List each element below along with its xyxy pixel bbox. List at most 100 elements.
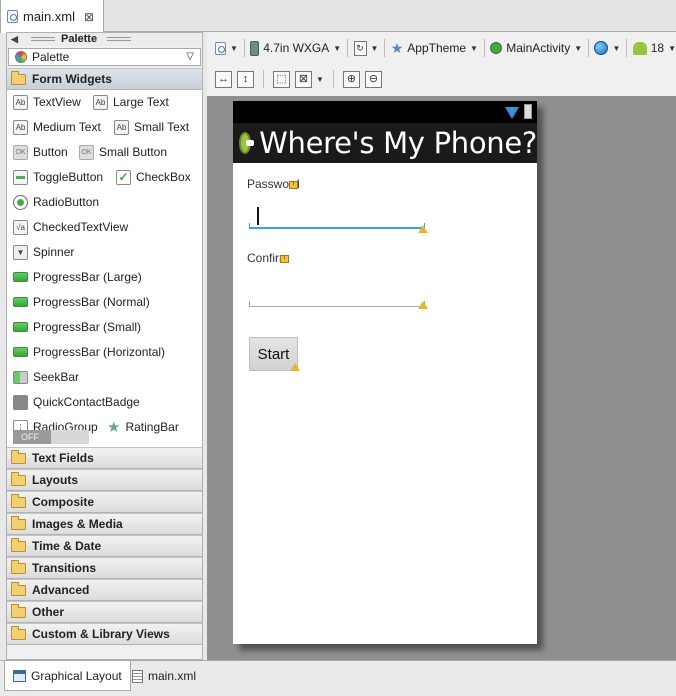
palette-mode-dropdown[interactable]: Palette ▽ bbox=[8, 48, 201, 66]
textview-icon: Ab bbox=[13, 94, 28, 110]
widget-small-text[interactable]: Ab Small Text bbox=[114, 117, 189, 137]
palette-mode-label: Palette bbox=[32, 50, 70, 64]
warning-icon bbox=[418, 225, 428, 233]
folder-icon bbox=[11, 471, 26, 486]
warning-badge-icon: ! bbox=[289, 181, 298, 189]
palette-header: ◀ Palette bbox=[7, 33, 202, 46]
zoom-out-icon[interactable]: ⊖ bbox=[364, 70, 382, 88]
layout-icon bbox=[13, 669, 26, 682]
warning-icon bbox=[290, 363, 300, 371]
chevron-down-icon: ▼ bbox=[612, 43, 621, 53]
checked-text-view-icon: √a bbox=[13, 219, 28, 235]
tab-graphical-layout[interactable]: Graphical Layout bbox=[4, 661, 131, 691]
fill-height-icon[interactable]: ↕ bbox=[237, 70, 254, 88]
editor-tab-bar: main.xml ⊠ bbox=[0, 0, 676, 33]
config-chooser[interactable]: ▼ bbox=[215, 41, 238, 55]
category-form-widgets[interactable]: Form Widgets bbox=[7, 68, 202, 90]
category-text-fields[interactable]: Text Fields bbox=[7, 447, 202, 469]
category-label: Form Widgets bbox=[32, 72, 112, 86]
chevron-down-icon: ▼ bbox=[333, 43, 342, 53]
form-widgets-list: Ab TextView Ab Large Text Ab Medium Text… bbox=[7, 90, 202, 447]
category-time-date[interactable]: Time & Date bbox=[7, 535, 202, 557]
rotate-icon: ↻ bbox=[353, 40, 367, 56]
widget-seekbar[interactable]: SeekBar bbox=[13, 367, 79, 387]
widget-progress-normal[interactable]: ProgressBar (Normal) bbox=[13, 292, 150, 312]
collapse-left-icon[interactable]: ◀ bbox=[11, 34, 18, 45]
widget-checkbox[interactable]: ✓ CheckBox bbox=[116, 167, 191, 187]
editor-tab-main-xml[interactable]: main.xml ⊠ bbox=[0, 0, 104, 33]
widget-progress-horizontal[interactable]: ProgressBar (Horizontal) bbox=[13, 342, 165, 362]
password-field[interactable] bbox=[249, 223, 425, 229]
folder-icon bbox=[11, 581, 26, 596]
widget-quick-contact-badge[interactable]: QuickContactBadge bbox=[13, 392, 140, 412]
xml-file-icon bbox=[7, 10, 18, 23]
orientation-dropdown[interactable]: ↻ ▼ bbox=[353, 40, 379, 56]
device-dropdown[interactable]: 4.7in WXGA ▼ bbox=[250, 40, 342, 56]
category-custom-library-views[interactable]: Custom & Library Views bbox=[7, 623, 202, 645]
chevron-down-icon: ▼ bbox=[370, 43, 379, 53]
widget-switch[interactable]: OFF bbox=[13, 430, 89, 444]
category-other[interactable]: Other bbox=[7, 601, 202, 623]
widget-medium-text[interactable]: Ab Medium Text bbox=[13, 117, 101, 137]
widget-label: QuickContactBadge bbox=[33, 395, 140, 409]
warning-icon bbox=[418, 301, 428, 309]
large-text-icon: Ab bbox=[93, 94, 108, 110]
widget-label: Large Text bbox=[113, 95, 169, 109]
folder-icon bbox=[11, 515, 26, 530]
theme-dropdown[interactable]: ★ AppTheme ▼ bbox=[391, 40, 478, 57]
widget-button[interactable]: OK Button bbox=[13, 142, 68, 162]
category-label: Layouts bbox=[32, 473, 79, 487]
category-images-media[interactable]: Images & Media bbox=[7, 513, 202, 535]
widget-label: Spinner bbox=[33, 245, 75, 259]
palette-panel: ◀ Palette Palette ▽ Form Widgets Ab Text… bbox=[6, 32, 203, 660]
seekbar-icon bbox=[13, 370, 28, 384]
category-layouts[interactable]: Layouts bbox=[7, 469, 202, 491]
chevron-down-icon: ▼ bbox=[574, 43, 583, 53]
folder-icon bbox=[11, 493, 26, 508]
category-composite[interactable]: Composite bbox=[7, 491, 202, 513]
folder-icon bbox=[11, 559, 26, 574]
editor-mode-tabs: Graphical Layout main.xml bbox=[0, 660, 676, 696]
layout-actions-toolbar: ↔ ↕ ⬚ ⊠ ▼ ⊕ ⊖ bbox=[207, 64, 676, 94]
widget-progress-small[interactable]: ProgressBar (Small) bbox=[13, 317, 141, 337]
widget-label: ProgressBar (Small) bbox=[33, 320, 142, 334]
widget-radio-button[interactable]: RadioButton bbox=[13, 192, 99, 212]
folder-icon bbox=[11, 625, 26, 640]
fill-width-icon[interactable]: ↔ bbox=[215, 70, 232, 88]
widget-checked-text-view[interactable]: √a CheckedTextView bbox=[13, 217, 128, 237]
category-label: Transitions bbox=[32, 561, 97, 575]
tab-main-xml[interactable]: main.xml bbox=[124, 661, 204, 691]
signal-icon bbox=[505, 107, 519, 119]
zoom-in-icon[interactable]: ⊕ bbox=[342, 70, 360, 88]
tab-label: Graphical Layout bbox=[31, 668, 122, 683]
confirm-field[interactable] bbox=[249, 301, 425, 307]
close-tab-icon[interactable]: ⊠ bbox=[84, 10, 94, 24]
zoom-fit-icon: ⊠ bbox=[295, 70, 312, 88]
grip-right-icon[interactable] bbox=[107, 37, 131, 41]
category-transitions[interactable]: Transitions bbox=[7, 557, 202, 579]
widget-large-text[interactable]: Ab Large Text bbox=[93, 92, 169, 112]
widget-toggle-button[interactable]: ToggleButton bbox=[13, 167, 103, 187]
folder-icon bbox=[11, 537, 26, 552]
widget-small-button[interactable]: OK Small Button bbox=[79, 142, 167, 162]
category-label: Other bbox=[32, 605, 65, 619]
widget-progress-large[interactable]: ProgressBar (Large) bbox=[13, 267, 142, 287]
api-level-dropdown[interactable]: 18 ▼ bbox=[632, 41, 676, 55]
widget-spinner[interactable]: ▼ Spinner bbox=[13, 242, 74, 262]
category-label: Composite bbox=[32, 495, 95, 509]
widget-textview[interactable]: Ab TextView bbox=[13, 92, 81, 112]
config-file-icon bbox=[215, 41, 226, 55]
emulate-real-size-icon[interactable]: ⬚ bbox=[273, 70, 290, 88]
widget-rating-bar[interactable]: ★ RatingBar bbox=[107, 417, 179, 437]
activity-dropdown[interactable]: MainActivity ▼ bbox=[490, 41, 582, 55]
grip-left-icon[interactable] bbox=[31, 37, 55, 41]
folder-icon bbox=[11, 603, 26, 618]
small-text-icon: Ab bbox=[114, 119, 129, 135]
locale-dropdown[interactable]: ▼ bbox=[594, 41, 620, 55]
widget-label: Small Text bbox=[134, 120, 190, 134]
category-label: Text Fields bbox=[32, 451, 94, 465]
zoom-dropdown[interactable]: ⊠ ▼ bbox=[295, 70, 324, 88]
android-app-icon bbox=[239, 132, 255, 154]
category-advanced[interactable]: Advanced bbox=[7, 579, 202, 601]
theme-label: AppTheme bbox=[407, 41, 466, 55]
